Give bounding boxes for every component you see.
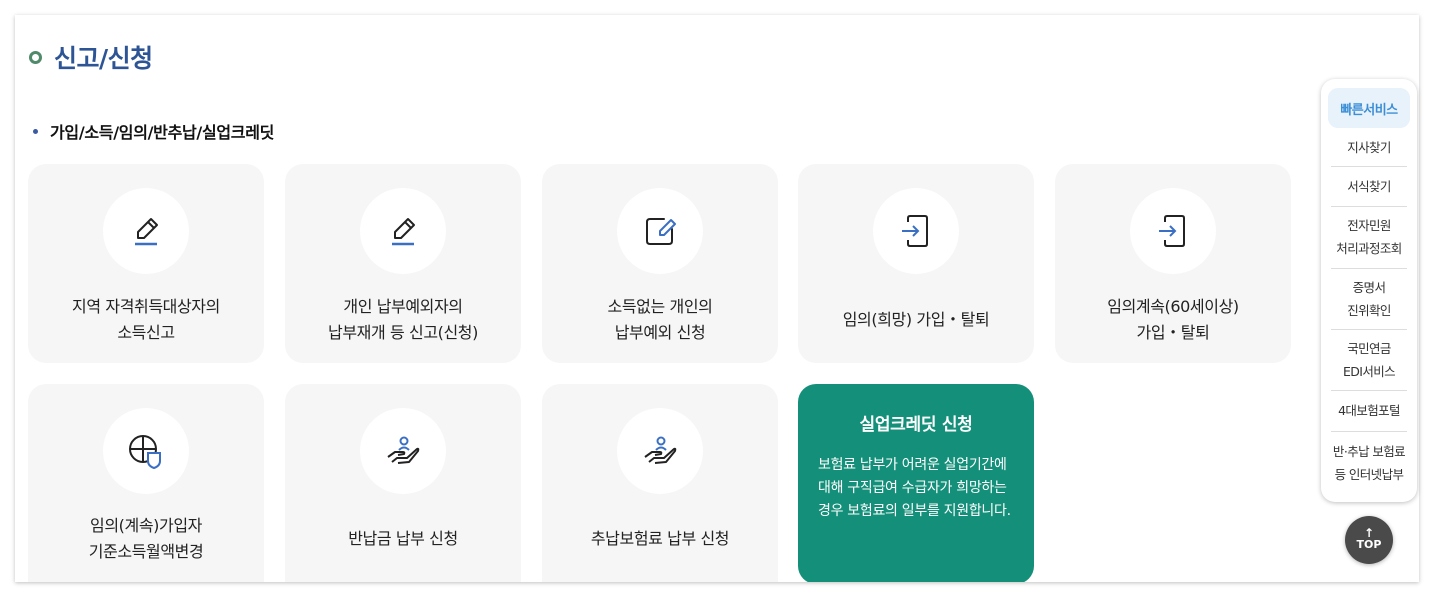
card-regional-income-report[interactable]: 지역 자격취득대상자의 소득신고: [28, 164, 264, 363]
quick-item-branch-finder[interactable]: 지사찾기: [1330, 136, 1408, 159]
card-label: 개인 납부예외자의 납부재개 등 신고(신청): [328, 297, 478, 342]
card-label: 반납금 납부 신청: [348, 529, 458, 548]
quick-item-e-petition-status[interactable]: 전자민원 처리과정조회: [1330, 214, 1408, 260]
card-payment-resume-report[interactable]: 개인 납부예외자의 납부재개 등 신고(신청): [285, 164, 521, 363]
quick-item-edi-service[interactable]: 국민연금 EDI서비스: [1330, 337, 1408, 383]
card-label: 추납보험료 납부 신청: [590, 529, 730, 548]
unemployment-credit-description: 보험료 납부가 어려운 실업기간에 대해 구직급여 수급자가 희망하는 경우 보…: [818, 457, 1011, 519]
page-title: 신고/신청: [54, 44, 153, 73]
unemployment-credit-title: 실업크레딧 신청: [859, 415, 973, 435]
top-label: TOP: [1356, 538, 1382, 551]
login-arrow-icon: [1130, 188, 1216, 274]
section-title-row: 가입/소득/임의/반추납/실업크레딧: [33, 119, 274, 143]
section-bullet-icon: [33, 128, 38, 134]
card-unemployment-credit[interactable]: 실업크레딧 신청 보험료 납부가 어려운 실업기간에 대해 구직급여 수급자가 …: [798, 384, 1034, 582]
quick-item-internet-payment[interactable]: 반·추납 보험료 등 인터넷납부: [1330, 440, 1408, 486]
pencil-icon: [360, 188, 446, 274]
quick-item-certificate-verification[interactable]: 증명서 진위확인: [1330, 276, 1408, 322]
hand-person-icon: [617, 408, 703, 494]
login-arrow-icon: [873, 188, 959, 274]
divider: [1331, 206, 1407, 207]
card-label: 지역 자격취득대상자의 소득신고: [72, 297, 220, 342]
edit-box-icon: [617, 188, 703, 274]
card-refund-payment-request[interactable]: 반납금 납부 신청: [285, 384, 521, 582]
divider: [1331, 329, 1407, 330]
divider: [1331, 390, 1407, 391]
page-title-row: 신고/신청: [29, 39, 153, 75]
quick-service-menu: 빠른서비스 지사찾기 서식찾기 전자민원 처리과정조회 증명서 진위확인 국민연금 E…: [1321, 79, 1417, 502]
card-label: 소득없는 개인의 납부예외 신청: [607, 297, 713, 342]
card-standard-income-change[interactable]: 임의(계속)가입자 기준소득월액변경: [28, 384, 264, 582]
pencil-icon: [103, 188, 189, 274]
quick-item-4-insurance-portal[interactable]: 4대보험포털: [1330, 399, 1408, 422]
scroll-top-button[interactable]: ↑ TOP: [1345, 516, 1393, 564]
card-label: 임의계속(60세이상) 가입・탈퇴: [1107, 297, 1239, 342]
quick-service-title: 빠른서비스: [1328, 88, 1410, 128]
content-panel: 신고/신청 가입/소득/임의/반추납/실업크레딧 지역 자격취득대상자의 소득신고: [15, 15, 1419, 582]
card-payment-exception-request[interactable]: 소득없는 개인의 납부예외 신청: [542, 164, 778, 363]
card-voluntary-continued-join-leave[interactable]: 임의계속(60세이상) 가입・탈퇴: [1055, 164, 1291, 363]
divider: [1331, 268, 1407, 269]
card-voluntary-join-leave[interactable]: 임의(희망) 가입・탈퇴: [798, 164, 1034, 363]
card-label: 임의(계속)가입자 기준소득월액변경: [88, 516, 204, 561]
card-label: 임의(희망) 가입・탈퇴: [842, 310, 990, 329]
divider: [1331, 431, 1407, 432]
section-title: 가입/소득/임의/반추납/실업크레딧: [50, 123, 275, 142]
hand-person-icon: [360, 408, 446, 494]
globe-shield-icon: [103, 408, 189, 494]
card-late-premium-payment-request[interactable]: 추납보험료 납부 신청: [542, 384, 778, 582]
title-bullet-icon: [29, 50, 42, 64]
quick-item-form-finder[interactable]: 서식찾기: [1330, 175, 1408, 198]
divider: [1331, 166, 1407, 167]
arrow-up-icon: ↑: [1363, 526, 1375, 540]
